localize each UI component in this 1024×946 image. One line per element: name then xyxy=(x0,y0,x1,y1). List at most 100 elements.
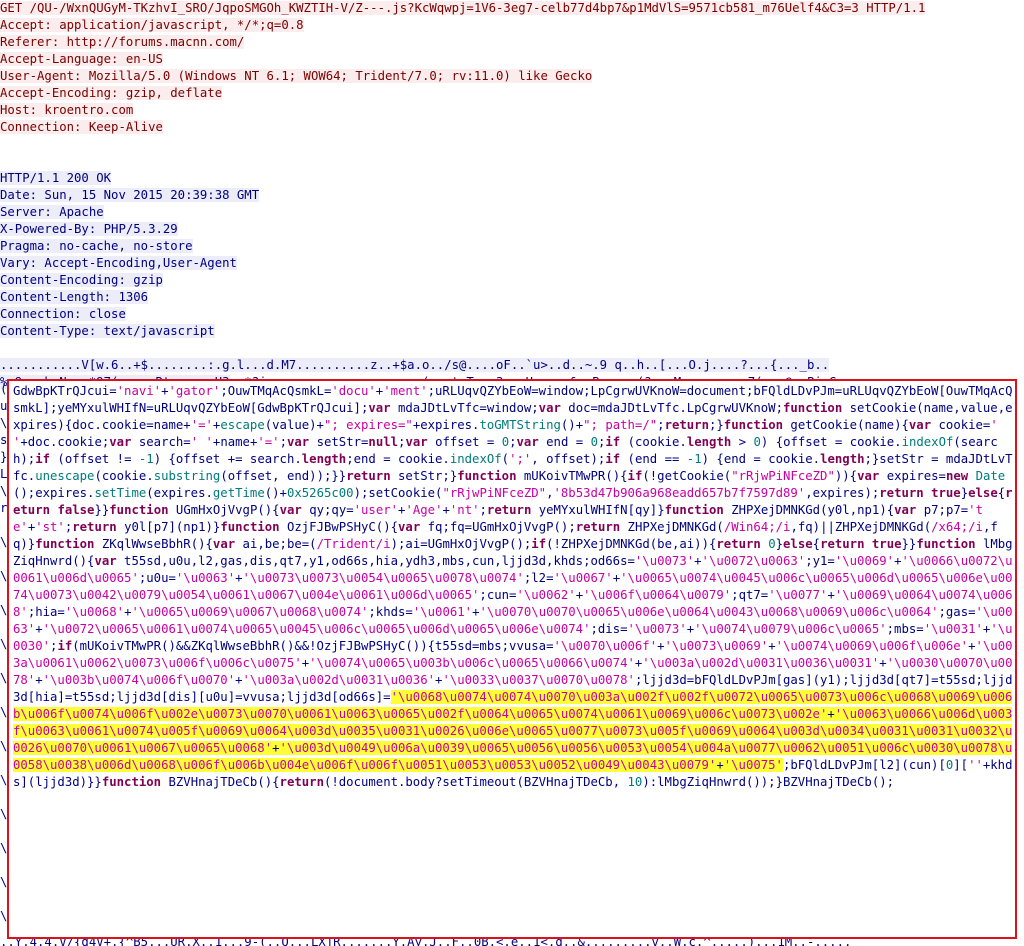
code-token: unescape xyxy=(35,469,95,483)
code-token: 'gator' xyxy=(168,384,221,398)
code-token: if xyxy=(35,452,51,466)
code-token: } xyxy=(960,486,969,500)
code-token: -1 xyxy=(686,452,702,466)
code-token: return xyxy=(716,537,761,551)
code-token: '\u0061' xyxy=(412,605,473,619)
code-token: 'st' xyxy=(35,520,65,534)
code-token: 'user' xyxy=(353,503,399,517)
code-token: + xyxy=(657,639,665,653)
code-token: , offset); xyxy=(531,452,606,466)
code-token: ; xyxy=(509,435,517,449)
code-token: +expires. xyxy=(412,418,480,432)
code-token: ';' xyxy=(509,452,532,466)
code-token: function xyxy=(664,503,724,517)
code-token: '=' xyxy=(257,435,280,449)
code-token: ;y1= xyxy=(805,554,835,568)
code-token: return xyxy=(664,418,709,432)
code-token: setStr= xyxy=(309,435,369,449)
code-token: ; xyxy=(657,418,665,432)
code-token: '\u0072\u0063' xyxy=(701,554,806,568)
code-token: length xyxy=(820,452,865,466)
code-token: + xyxy=(694,554,702,568)
code-token: (offset, end));}} xyxy=(220,469,347,483)
code-token: /Trident/i xyxy=(316,537,391,551)
response-headers: HTTP/1.1 200 OK Date: Sun, 15 Nov 2015 2… xyxy=(0,170,1024,340)
code-token: ):lMbgZiqHnwrd());}BZVHnajTDeCb(); xyxy=(642,775,895,789)
response-header: Date: Sun, 15 Nov 2015 20:39:38 GMT xyxy=(0,188,260,202)
code-token: '=' xyxy=(190,418,213,432)
code-token: var xyxy=(286,435,310,449)
code-token: indexOf xyxy=(901,435,954,449)
code-token: ZKqlWwseBbhR(){ xyxy=(94,537,213,551)
request-header: Referer: http://forums.macnn.com/ xyxy=(0,35,245,49)
code-token: var xyxy=(516,435,539,449)
code-token: ;bFQldLDvPJm[l2](cun)[ xyxy=(782,758,946,772)
code-token: function xyxy=(220,520,280,534)
code-token: }} xyxy=(94,503,110,517)
code-token: ; xyxy=(479,503,487,517)
request-header: Accept: application/javascript, */*;q=0.… xyxy=(0,18,304,32)
highlighted-url-token: + xyxy=(827,707,835,721)
code-token: > xyxy=(731,435,754,449)
code-token: (cookie. xyxy=(94,469,154,483)
code-token: true xyxy=(871,537,902,551)
code-token: '\u0070\u006f' xyxy=(553,639,658,653)
code-token: '\u0031' xyxy=(923,622,983,636)
code-token: 0 xyxy=(753,435,761,449)
code-token: t55sd,u0u,l2,gas,dis,qt7,y1,od66s,hia,yd… xyxy=(116,554,635,568)
code-token: return xyxy=(879,486,924,500)
code-token: 10 xyxy=(627,775,643,789)
code-token: null xyxy=(368,435,399,449)
code-token: '\u003b\u0074\u006f\u0070' xyxy=(42,673,236,687)
code-token: '\u0033\u0037\u0070\u0078' xyxy=(442,673,635,687)
code-token: toGMTString xyxy=(479,418,561,432)
code-token: if xyxy=(57,639,73,653)
code-token: + xyxy=(575,588,584,602)
response-header: Server: Apache xyxy=(0,205,104,219)
request-line: GET /QU-/WxnQUGyM-TKzhvI_SRO/JqpoSMGOh_K… xyxy=(0,1,926,15)
code-token: ;cun= xyxy=(479,588,517,602)
code-token: p7;p7= xyxy=(916,503,969,517)
code-token: cookie= xyxy=(931,418,991,432)
decoded-javascript-panel: GdwBpKTrQJcui='navi' + 'gator';OuwTMqAcQsm… xyxy=(7,379,1017,939)
code-token: UGmHxOjVvgP(){ xyxy=(168,503,280,517)
code-token: /x64;/i xyxy=(931,520,983,534)
code-token: getCookie(name){ xyxy=(783,418,909,432)
code-token: '\u0073' xyxy=(627,622,687,636)
code-token: if xyxy=(605,435,621,449)
code-token: "; expires=" xyxy=(323,418,413,432)
code-token: length xyxy=(686,435,732,449)
code-token: );ai=UGmHxOjVvgP(); xyxy=(390,537,532,551)
code-token: } xyxy=(775,537,784,551)
code-token: return xyxy=(346,469,391,483)
code-token: OzjFJBwPSHyC(){ xyxy=(279,520,399,534)
code-token: '\u0067' xyxy=(553,571,613,585)
code-token: ;gas= xyxy=(938,605,976,619)
code-token: + xyxy=(612,571,621,585)
code-token: 0 xyxy=(768,537,776,551)
code-token: qy;qy= xyxy=(301,503,354,517)
request-header: Connection: Keep-Alive xyxy=(0,120,163,134)
code-token: if xyxy=(627,469,643,483)
code-token: (offset != xyxy=(50,452,139,466)
code-token: new xyxy=(945,469,969,483)
code-token: '\u0074\u0069\u006f\u006e' xyxy=(775,639,969,653)
code-token: 'docu' xyxy=(331,384,376,398)
code-token: true xyxy=(931,486,961,500)
code-token: mdaJDtLvTfc=window; xyxy=(390,401,539,415)
code-token: 0 xyxy=(590,435,598,449)
code-token: var xyxy=(398,520,421,534)
code-token: function xyxy=(783,401,843,415)
code-token: '\u006f\u0064\u0079' xyxy=(583,588,732,602)
response-header: Vary: Accept-Encoding,User-Agent xyxy=(0,256,237,270)
code-token: return xyxy=(575,520,621,534)
code-token: false xyxy=(57,503,95,517)
code-token: ;} xyxy=(708,418,724,432)
code-token: ;qt7= xyxy=(731,588,769,602)
code-token: + xyxy=(35,622,43,636)
code-token: "rRjwPiNFceZD" xyxy=(442,486,547,500)
code-token: var xyxy=(538,401,561,415)
highlighted-url-token: + xyxy=(716,758,724,772)
code-token: +doc.cookie; xyxy=(20,435,110,449)
code-token: expires= xyxy=(879,469,946,483)
